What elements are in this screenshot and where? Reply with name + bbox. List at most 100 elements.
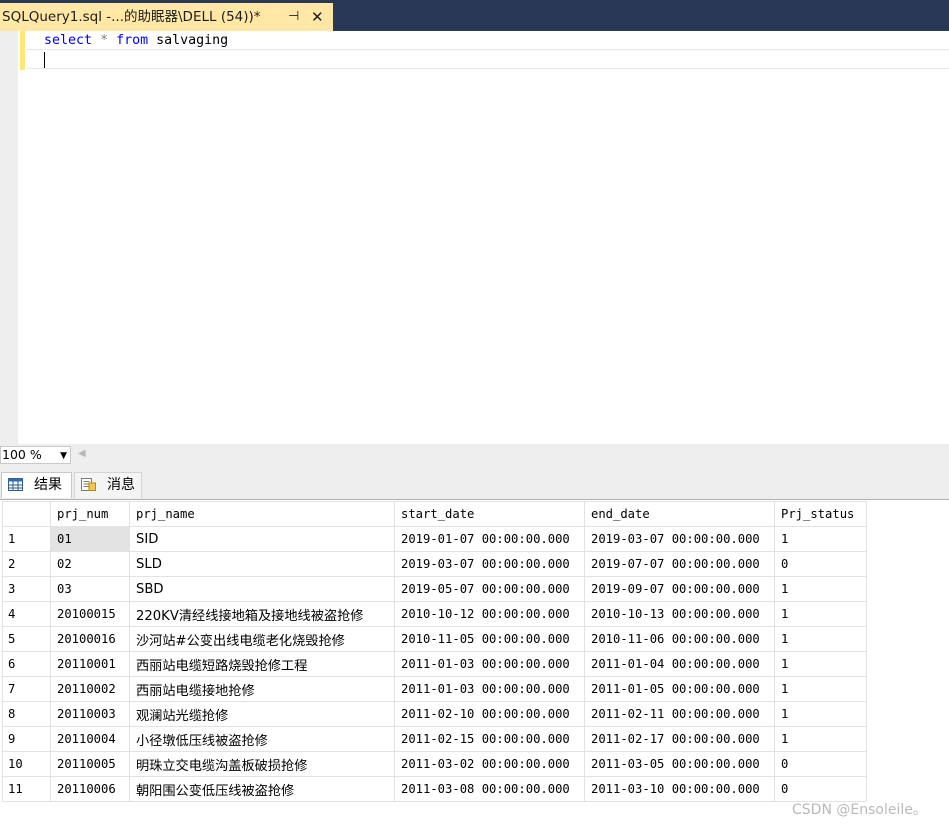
table-row[interactable]: 11 20110006 朝阳围公变低压线被盗抢修 2011-03-08 00:00:0… (2, 776, 867, 802)
column-header-prj-num[interactable]: prj_num (50, 501, 130, 527)
cell-prj-num[interactable]: 20100016 (50, 626, 130, 652)
query-editor[interactable]: select * from salvaging (0, 31, 949, 444)
cell-start-date[interactable]: 2011-01-03 00:00:00.000 (394, 651, 585, 677)
table-row[interactable]: 8 20110003 观澜站光缆抢修 2011-02-10 00:00:00.000 2… (2, 701, 867, 727)
row-number[interactable]: 7 (2, 676, 51, 702)
results-table: prj_num prj_name start_date end_date Prj_sta… (2, 501, 867, 802)
cell-prj-name[interactable]: 西丽站电缆接地抢修 (129, 676, 395, 702)
cell-prj-name[interactable]: 观澜站光缆抢修 (129, 701, 395, 727)
cell-prj-status[interactable]: 1 (774, 701, 867, 727)
cell-start-date[interactable]: 2011-02-15 00:00:00.000 (394, 726, 585, 752)
column-header-prj-name[interactable]: prj_name (129, 501, 395, 527)
cell-prj-num[interactable]: 02 (50, 551, 130, 577)
cell-prj-status[interactable]: 1 (774, 526, 867, 552)
cell-end-date[interactable]: 2011-01-05 00:00:00.000 (584, 676, 775, 702)
row-number[interactable]: 4 (2, 601, 51, 627)
cell-prj-status[interactable]: 1 (774, 651, 867, 677)
table-row[interactable]: 9 20110004 小径墩低压线被盗抢修 2011-02-15 00:00:00.0… (2, 726, 867, 752)
column-header-prj-status[interactable]: Prj_status (774, 501, 867, 527)
row-number[interactable]: 11 (2, 776, 51, 802)
cell-prj-name[interactable]: 西丽站电缆短路烧毁抢修工程 (129, 651, 395, 677)
pin-icon[interactable]: ⊣ (288, 3, 299, 31)
cell-start-date[interactable]: 2019-01-07 00:00:00.000 (394, 526, 585, 552)
cell-prj-name[interactable]: 朝阳围公变低压线被盗抢修 (129, 776, 395, 802)
cell-start-date[interactable]: 2019-03-07 00:00:00.000 (394, 551, 585, 577)
table-row[interactable]: 5 20100016 沙河站#公变出线电缆老化烧毁抢修 2010-11-05 00:0… (2, 626, 867, 652)
cell-prj-status[interactable]: 0 (774, 551, 867, 577)
results-tab-strip: 结果 消息 (0, 466, 949, 499)
cell-start-date[interactable]: 2019-05-07 00:00:00.000 (394, 576, 585, 602)
grid-icon (8, 478, 23, 491)
cell-prj-num[interactable]: 20110005 (50, 751, 130, 777)
cell-prj-name[interactable]: SBD (129, 576, 395, 602)
cell-end-date[interactable]: 2011-03-05 00:00:00.000 (584, 751, 775, 777)
cell-end-date[interactable]: 2019-07-07 00:00:00.000 (584, 551, 775, 577)
cell-prj-name[interactable]: 小径墩低压线被盗抢修 (129, 726, 395, 752)
cell-prj-num[interactable]: 20110001 (50, 651, 130, 677)
cell-prj-num[interactable]: 03 (50, 576, 130, 602)
column-header-end-date[interactable]: end_date (584, 501, 775, 527)
row-number[interactable]: 8 (2, 701, 51, 727)
cell-prj-status[interactable]: 1 (774, 676, 867, 702)
cell-end-date[interactable]: 2019-03-07 00:00:00.000 (584, 526, 775, 552)
cell-prj-num[interactable]: 20100015 (50, 601, 130, 627)
row-number[interactable]: 1 (2, 526, 51, 552)
cell-prj-name[interactable]: SLD (129, 551, 395, 577)
cell-prj-num[interactable]: 20110004 (50, 726, 130, 752)
grid-body: 1 01 SID 2019-01-07 00:00:00.000 2019-03-07 … (2, 526, 867, 802)
cell-start-date[interactable]: 2010-11-05 00:00:00.000 (394, 626, 585, 652)
cell-end-date[interactable]: 2010-10-13 00:00:00.000 (584, 601, 775, 627)
zoom-dropdown[interactable]: 100 % ▼ (0, 446, 71, 464)
cell-start-date[interactable]: 2011-03-02 00:00:00.000 (394, 751, 585, 777)
tab-messages[interactable]: 消息 (74, 472, 142, 498)
row-number[interactable]: 2 (2, 551, 51, 577)
cell-end-date[interactable]: 2011-01-04 00:00:00.000 (584, 651, 775, 677)
table-row[interactable]: 3 03 SBD 2019-05-07 00:00:00.000 2019-09-07 … (2, 576, 867, 602)
cell-prj-name[interactable]: 220KV清经线接地箱及接地线被盗抢修 (129, 601, 395, 627)
cell-prj-num[interactable]: 20110002 (50, 676, 130, 702)
row-number[interactable]: 9 (2, 726, 51, 752)
cell-prj-status[interactable]: 0 (774, 751, 867, 777)
cell-prj-status[interactable]: 1 (774, 576, 867, 602)
cell-prj-status[interactable]: 1 (774, 601, 867, 627)
cell-prj-status[interactable]: 0 (774, 776, 867, 802)
header-row: prj_num prj_name start_date end_date Prj_sta… (2, 501, 867, 527)
table-row[interactable]: 7 20110002 西丽站电缆接地抢修 2011-01-03 00:00:00.00… (2, 676, 867, 702)
cell-end-date[interactable]: 2011-03-10 00:00:00.000 (584, 776, 775, 802)
cell-start-date[interactable]: 2011-03-08 00:00:00.000 (394, 776, 585, 802)
cell-start-date[interactable]: 2010-10-12 00:00:00.000 (394, 601, 585, 627)
cell-prj-num[interactable]: 20110006 (50, 776, 130, 802)
cell-prj-status[interactable]: 1 (774, 626, 867, 652)
table-row[interactable]: 6 20110001 西丽站电缆短路烧毁抢修工程 2011-01-03 00:00:0… (2, 651, 867, 677)
cell-prj-num[interactable]: 01 (50, 526, 130, 552)
results-grid[interactable]: prj_num prj_name start_date end_date Prj_sta… (0, 499, 949, 826)
row-number-header[interactable] (2, 501, 51, 527)
table-row[interactable]: 2 02 SLD 2019-03-07 00:00:00.000 2019-07-07 … (2, 551, 867, 577)
table-row[interactable]: 10 20110005 明珠立交电缆沟盖板破损抢修 2011-03-02 00:00:… (2, 751, 867, 777)
cell-prj-name[interactable]: 沙河站#公变出线电缆老化烧毁抢修 (129, 626, 395, 652)
scroll-left-icon[interactable]: ◀ (78, 448, 86, 459)
column-header-start-date[interactable]: start_date (394, 501, 585, 527)
cell-end-date[interactable]: 2011-02-17 00:00:00.000 (584, 726, 775, 752)
row-number[interactable]: 10 (2, 751, 51, 777)
query-document-tab[interactable]: SQLQuery1.sql -...的助眠器\DELL (54))* ⊣ ✕ (0, 3, 333, 31)
cell-start-date[interactable]: 2011-01-03 00:00:00.000 (394, 676, 585, 702)
cell-end-date[interactable]: 2010-11-06 00:00:00.000 (584, 626, 775, 652)
row-number[interactable]: 3 (2, 576, 51, 602)
current-line-highlight (27, 49, 949, 69)
table-row[interactable]: 1 01 SID 2019-01-07 00:00:00.000 2019-03-07 … (2, 526, 867, 552)
cell-prj-num[interactable]: 20110003 (50, 701, 130, 727)
row-number[interactable]: 5 (2, 626, 51, 652)
tab-results[interactable]: 结果 (1, 472, 72, 498)
sql-code[interactable]: select * from salvaging (44, 32, 228, 50)
cell-end-date[interactable]: 2011-02-11 00:00:00.000 (584, 701, 775, 727)
table-row[interactable]: 4 20100015 220KV清经线接地箱及接地线被盗抢修 2010-10-12 0… (2, 601, 867, 627)
close-icon[interactable]: ✕ (311, 3, 324, 31)
cell-prj-name[interactable]: SID (129, 526, 395, 552)
text-caret (44, 52, 45, 68)
cell-end-date[interactable]: 2019-09-07 00:00:00.000 (584, 576, 775, 602)
cell-prj-status[interactable]: 1 (774, 726, 867, 752)
row-number[interactable]: 6 (2, 651, 51, 677)
cell-start-date[interactable]: 2011-02-10 00:00:00.000 (394, 701, 585, 727)
cell-prj-name[interactable]: 明珠立交电缆沟盖板破损抢修 (129, 751, 395, 777)
